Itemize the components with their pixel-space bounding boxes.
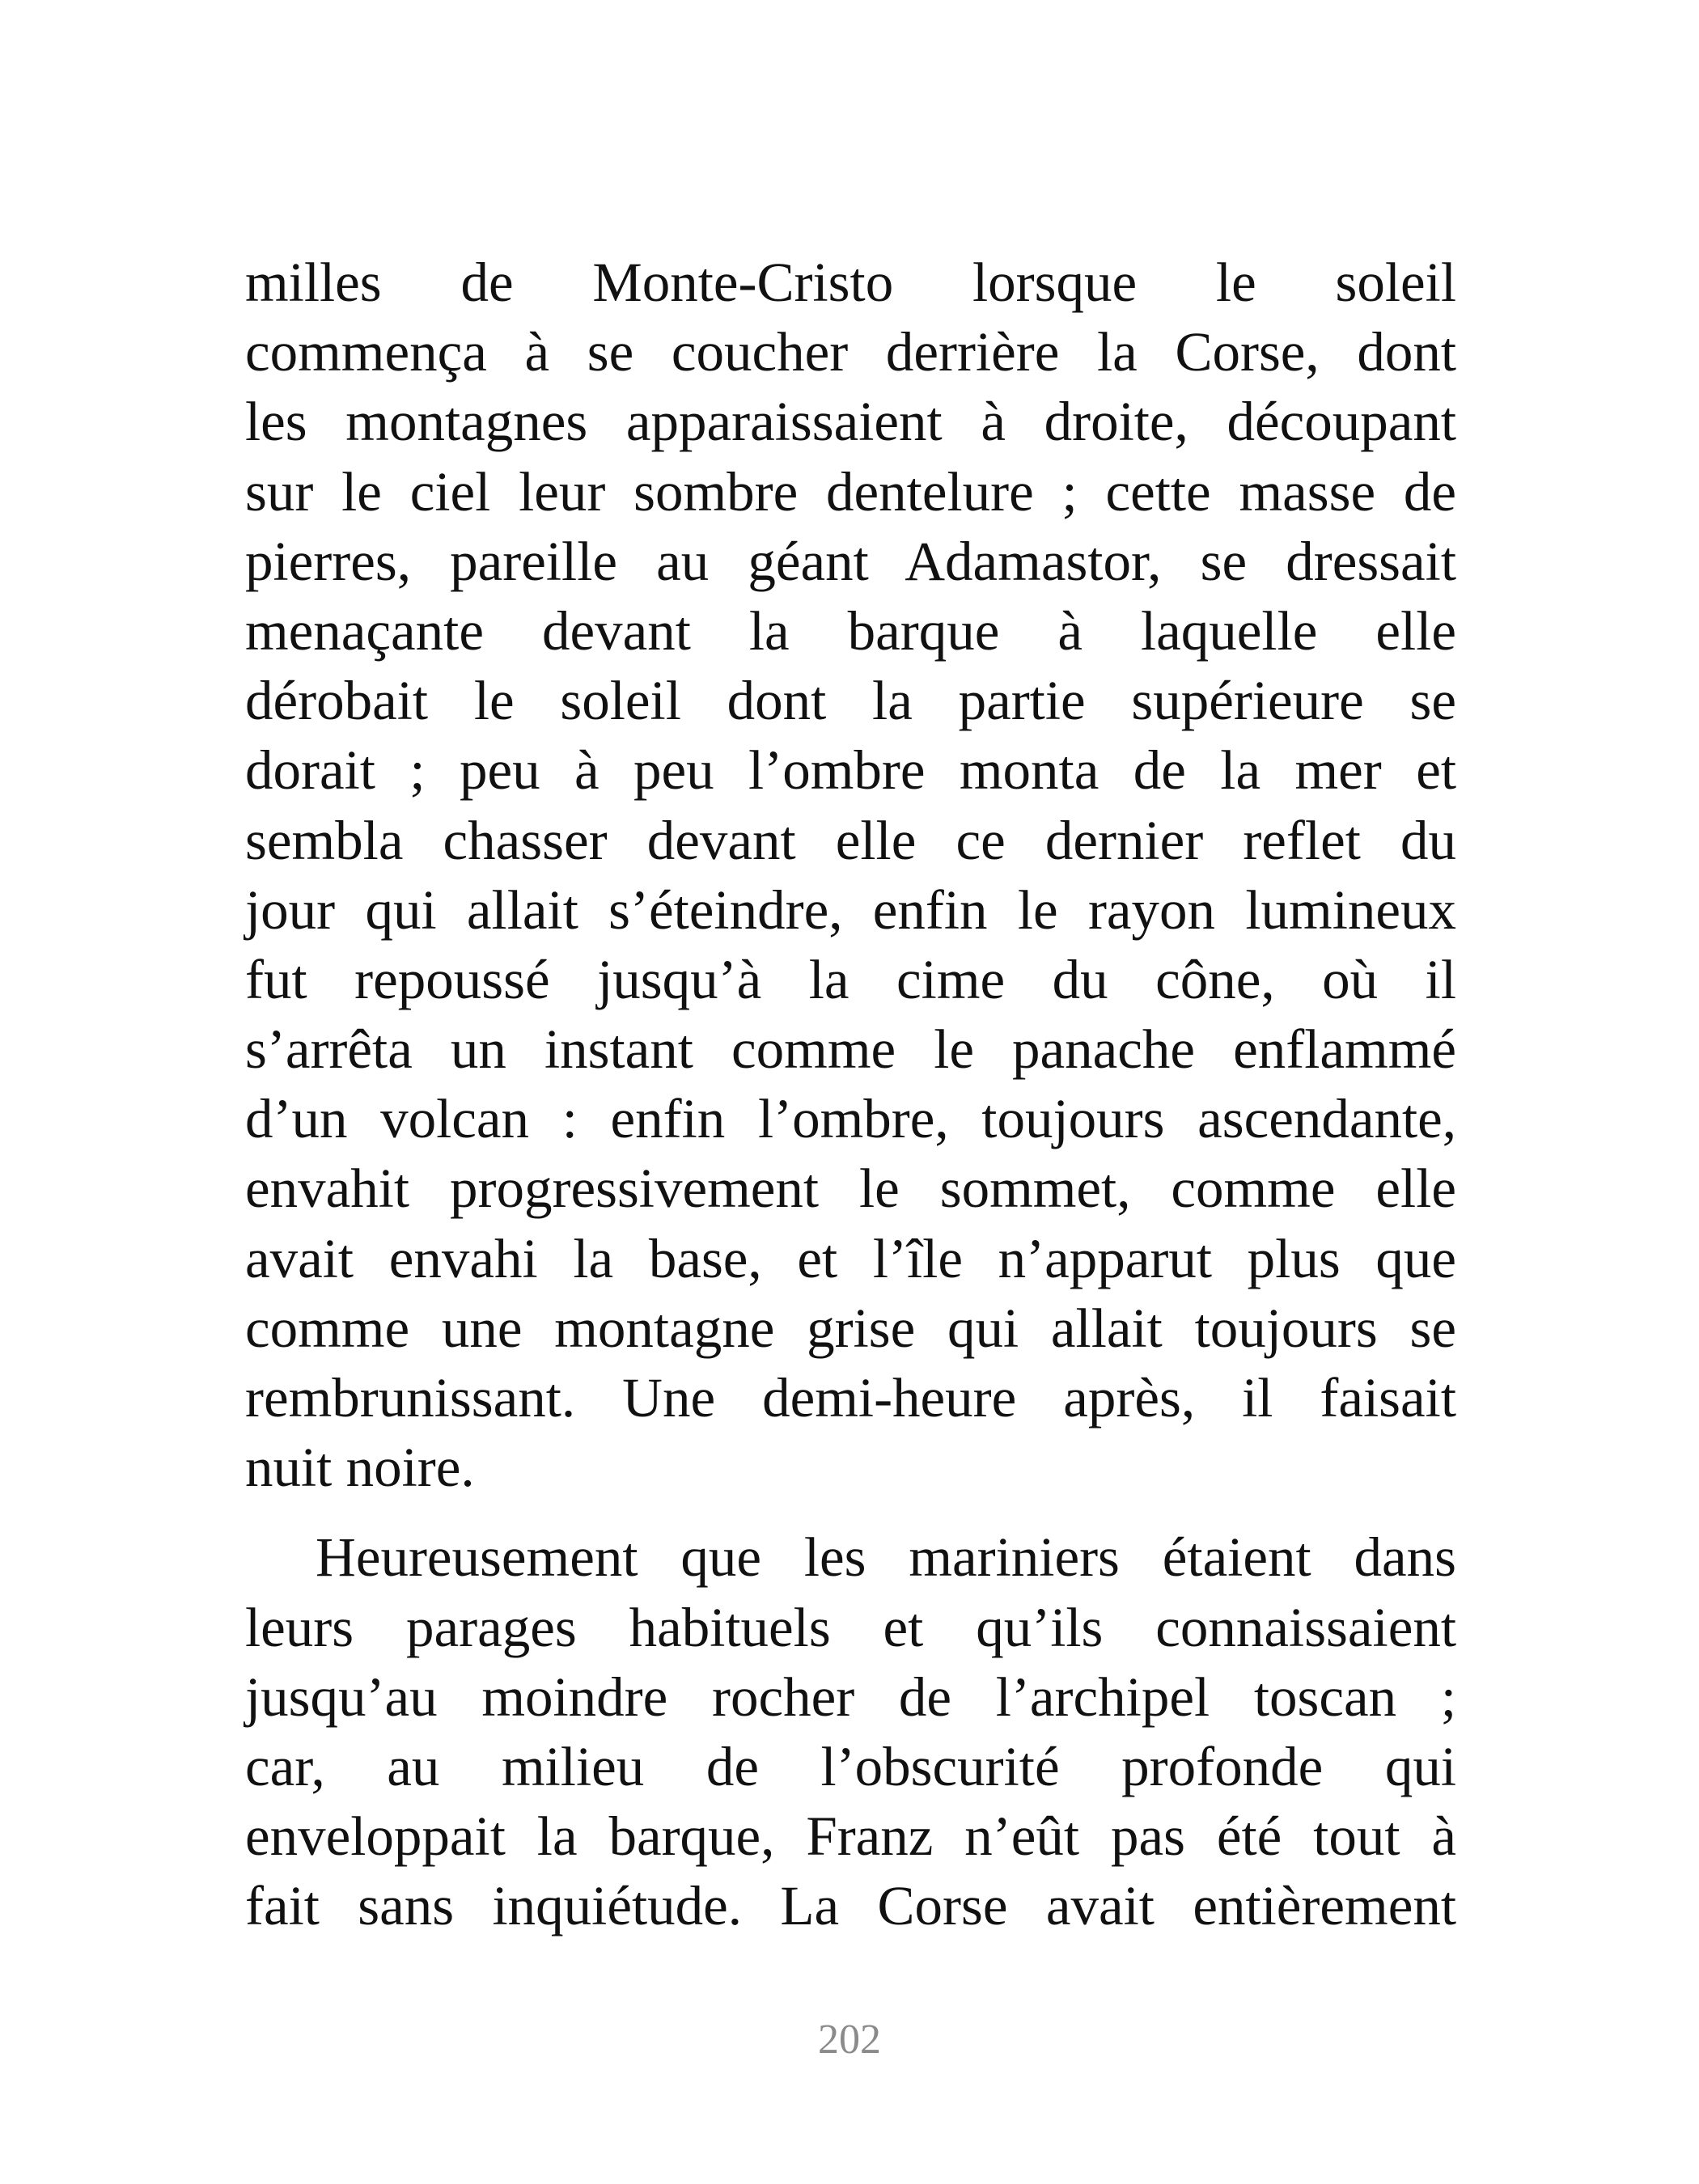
page-number: 202 xyxy=(818,2017,881,2063)
paragraph-1: milles de Monte-Cristo lorsque le soleil… xyxy=(245,248,1456,1502)
text-line: dérobait le soleil dont la partie supéri… xyxy=(245,670,1456,732)
text-line: dorait ; peu à peu l’ombre monta de la m… xyxy=(245,739,1456,802)
text-line: nuit noire. xyxy=(245,1437,475,1499)
text-line: commença à se coucher derrière la Corse,… xyxy=(245,321,1456,383)
text-line: pierres, pareille au géant Adamastor, se… xyxy=(245,530,1456,592)
text-line: car, au milieu de l’obscurité profonde q… xyxy=(245,1735,1456,1797)
text-line: fut repoussé jusqu’à la cime du cône, où… xyxy=(245,948,1456,1010)
text-line: s’arrêta un instant comme le panache enf… xyxy=(245,1018,1456,1081)
text-line: sembla chasser devant elle ce dernier re… xyxy=(245,809,1456,871)
text-line: milles de Monte-Cristo lorsque le soleil xyxy=(245,252,1456,313)
text-line: Heureusement que les mariniers étaient d… xyxy=(316,1526,1456,1589)
body-text: milles de Monte-Cristo lorsque le soleil… xyxy=(245,248,1456,1941)
text-line: rembrunissant. Une demi-heure après, il … xyxy=(245,1367,1456,1428)
text-line: jour qui allait s’éteindre, enfin le ray… xyxy=(245,878,1456,941)
text-line: fait sans inquiétude. La Corse avait ent… xyxy=(245,1875,1456,1937)
text-line: leurs parages habituels et qu’ils connai… xyxy=(245,1596,1456,1658)
book-page: milles de Monte-Cristo lorsque le soleil… xyxy=(0,0,1699,2184)
text-line: enveloppait la barque, Franz n’eût pas é… xyxy=(245,1805,1456,1868)
paragraph-2: Heureusement que les mariniers étaient d… xyxy=(245,1522,1456,1941)
text-line: jusqu’au moindre rocher de l’archipel to… xyxy=(245,1666,1456,1728)
text-line: avait envahi la base, et l’île n’apparut… xyxy=(245,1227,1456,1289)
text-line: comme une montagne grise qui allait touj… xyxy=(245,1297,1456,1359)
text-line: menaçante devant la barque à laquelle el… xyxy=(245,599,1456,662)
text-line: sur le ciel leur sombre dentelure ; cett… xyxy=(245,460,1456,523)
text-line: envahit progressivement le sommet, comme… xyxy=(245,1158,1456,1220)
text-line: d’un volcan : enfin l’ombre, toujours as… xyxy=(245,1088,1456,1150)
text-line: les montagnes apparaissaient à droite, d… xyxy=(245,391,1456,453)
